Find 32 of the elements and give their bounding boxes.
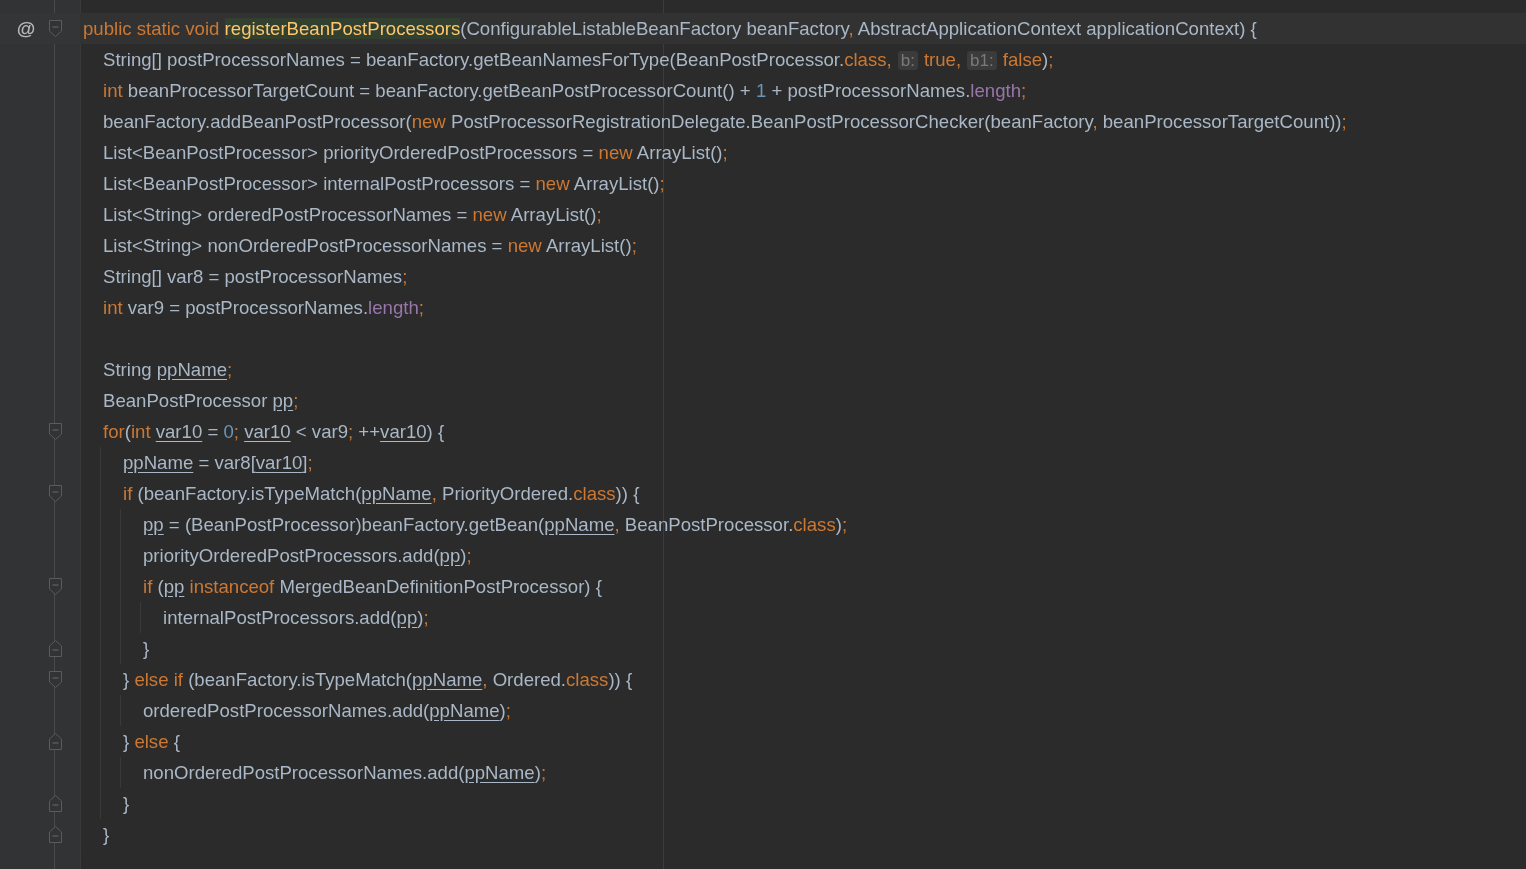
- fold-collapse-icon[interactable]: [48, 578, 62, 595]
- code-line: ppName = var8[var10];: [123, 451, 313, 475]
- code-line: public static void registerBeanPostProcessors(ConfigurableListableBeanFactory beanFactory, AbstractApplicationContext applicationContext) {: [83, 17, 1257, 41]
- code-line: int beanProcessorTargetCount = beanFactory.getBeanPostProcessorCount() + 1 + postProcessorNames.length;: [103, 79, 1027, 103]
- fold-collapse-icon[interactable]: [48, 20, 62, 37]
- code-line: for(int var10 = 0; var10 < var9; ++var10) {: [103, 420, 445, 444]
- code-line: if (pp instanceof MergedBeanDefinitionPostProcessor) {: [143, 575, 602, 599]
- code-line: String[] var8 = postProcessorNames;: [103, 265, 408, 289]
- code-line: BeanPostProcessor pp;: [103, 389, 299, 413]
- gutter-marker[interactable]: @: [16, 17, 36, 40]
- code-line: int var9 = postProcessorNames.length;: [103, 296, 424, 320]
- code-line: priorityOrderedPostProcessors.add(pp);: [143, 544, 472, 568]
- code-line: nonOrderedPostProcessorNames.add(ppName);: [143, 761, 547, 785]
- code-line: List<BeanPostProcessor> internalPostProcessors = new ArrayList();: [103, 172, 665, 196]
- fold-collapse-icon[interactable]: [48, 423, 62, 440]
- code-line: List<BeanPostProcessor> priorityOrderedPostProcessors = new ArrayList();: [103, 141, 728, 165]
- code-line: if (beanFactory.isTypeMatch(ppName, PriorityOrdered.class)) {: [123, 482, 640, 506]
- code-line: }: [123, 792, 130, 816]
- code-line: List<String> orderedPostProcessorNames = new ArrayList();: [103, 203, 602, 227]
- code-line: orderedPostProcessorNames.add(ppName);: [143, 699, 511, 723]
- fold-collapse-icon[interactable]: [48, 485, 62, 502]
- code-line: } else if (beanFactory.isTypeMatch(ppName, Ordered.class)) {: [123, 668, 633, 692]
- code-line: String[] postProcessorNames = beanFactory.getBeanNamesForType(BeanPostProcessor.class, b: true, b1: false);: [103, 47, 1054, 72]
- fold-collapse-icon[interactable]: [48, 671, 62, 688]
- code-line: }: [103, 823, 110, 847]
- code-line: }: [143, 637, 150, 661]
- code-line: internalPostProcessors.add(pp);: [163, 606, 429, 630]
- code-line: beanFactory.addBeanPostProcessor(new PostProcessorRegistrationDelegate.BeanPostProcessorChecker(beanFactory, beanProcessorTargetCount));: [103, 110, 1347, 134]
- code-line: pp = (BeanPostProcessor)beanFactory.getBean(ppName, BeanPostProcessor.class);: [143, 513, 848, 537]
- code-line: String ppName;: [103, 358, 233, 382]
- code-line: List<String> nonOrderedPostProcessorNames = new ArrayList();: [103, 234, 637, 258]
- code-line: } else {: [123, 730, 180, 754]
